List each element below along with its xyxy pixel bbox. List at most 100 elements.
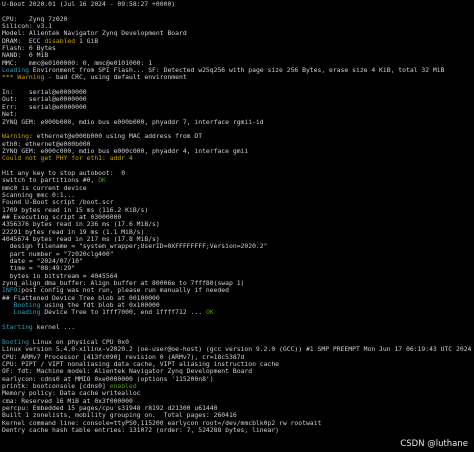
terminal-text: Hit any key to stop autoboot: 0	[2, 169, 126, 177]
terminal-line: OF: fdt: Machine model: Alientek Navigat…	[2, 368, 474, 375]
terminal-line: In: serial@e0000000	[2, 89, 474, 96]
terminal-line: ZYNQ GEM: e000b000, mdio bus e000b000, p…	[2, 119, 474, 126]
terminal-text: Err: serial@e0000000	[2, 103, 87, 111]
terminal-text: 4045674 bytes read in 217 ms (17.8 MiB/s…	[2, 236, 160, 243]
terminal-line: printk: bootconsole [cdns0] enabled	[2, 383, 474, 390]
terminal-line: Warning: ethernet@e000b000 using MAC add…	[2, 133, 474, 140]
terminal-line: *** Warning - bad CRC, using default env…	[2, 74, 474, 81]
terminal-line: eth0: ethernet@e000b000	[2, 141, 474, 148]
terminal-text: ZYNQ GEM: e000b000, mdio bus e000b000, p…	[2, 118, 264, 126]
terminal-line: MMC: mmc@e0100000: 0, mmc@e0101000: 1	[2, 60, 474, 67]
terminal-line: Model: Alientek Navigator Zynq Developme…	[2, 30, 474, 37]
terminal-text: Starting	[2, 324, 33, 332]
terminal-text: 1709 bytes read in 15 ms (116.2 KiB/s)	[2, 206, 149, 214]
terminal-line: Could not get PHY for eth1: addr 4	[2, 155, 474, 162]
terminal-line: Silicon: v3.1	[2, 23, 474, 30]
terminal-line: ## Flattened Device Tree blob at 0010000…	[2, 295, 474, 302]
terminal-text: eth0: ethernet@e000b000	[2, 140, 91, 148]
terminal-text: zynq_align_dma_buffer: Align buffer at 8…	[2, 280, 245, 288]
terminal-text: date = "2024/07/10"	[2, 258, 83, 266]
terminal-text: - bad CRC, using default environment	[44, 74, 187, 82]
terminal-line: Loading Device Tree to 1fff7000, end 1ff…	[2, 309, 474, 316]
terminal-line: Booting using the fdt blob at 0x100000	[2, 302, 474, 309]
terminal-line: Memory policy: Data cache writealloc	[2, 390, 474, 397]
terminal-text: 4356376 bytes read in 236 ms (17.6 MiB/s…	[2, 221, 160, 229]
terminal-line: 22291 bytes read in 19 ms (1.1 MiB/s)	[2, 229, 474, 236]
terminal-text: Linux on physical CPU 0x0	[28, 338, 129, 346]
terminal-text: bytes in bitstream = 4045564	[2, 272, 118, 280]
terminal-line: Linux version 5.4.0-xilinx-v2020.2 (oe-u…	[2, 346, 474, 353]
terminal-text: Scanning mmc 0:1...	[2, 191, 76, 199]
terminal-text: Loading	[2, 67, 29, 75]
terminal-line: ZYNQ GEM: e000c000, mdio bus e000c000, p…	[2, 148, 474, 155]
terminal-text: enabled	[109, 382, 137, 390]
terminal-text: design filename = "system_wrapper;UserID…	[2, 243, 268, 251]
terminal-line: cma: Reserved 16 MiB at 0x3f000000	[2, 398, 474, 405]
terminal-text: percpu: Embedded 15 pages/cpu s31948 r81…	[2, 404, 218, 412]
csdn-watermark: CSDN @luthane	[400, 439, 468, 449]
terminal-line: Starting kernel ...	[2, 324, 474, 331]
terminal-text: NAND: 0 MiB	[2, 52, 49, 60]
terminal-line: Kernel command line: console=ttyPS0,1152…	[2, 420, 474, 427]
terminal-text: : ethernet@e000b000 using MAC address fr…	[28, 133, 203, 141]
terminal-text: Environment from SPI Flash... SF: Detect…	[28, 67, 445, 75]
terminal-text: Flash: 0 Bytes	[2, 45, 56, 53]
terminal-text: ## Flattened Device Tree blob at 0010000…	[2, 294, 160, 302]
terminal-text: U-Boot 2020.01 (Jul 16 2024 - 09:58:27 +…	[2, 1, 176, 8]
terminal-line: part number = "7z020clg400"	[2, 251, 474, 258]
terminal-line: Hit any key to stop autoboot: 0	[2, 170, 474, 177]
terminal-text: Found U-Boot script /boot.scr	[2, 199, 114, 207]
terminal-text: Dentry cache hash table entries: 131072 …	[2, 426, 280, 434]
terminal-text: :post config was not run, please run man…	[17, 287, 230, 295]
terminal-text: time = "08:49:29"	[2, 265, 76, 273]
terminal-line: ## Executing script at 03000000	[2, 214, 474, 221]
terminal-text: OK	[98, 177, 106, 185]
terminal-text: Built 1 zonelists, mobility grouping on.…	[2, 412, 237, 420]
terminal-line: 4356376 bytes read in 236 ms (17.6 MiB/s…	[2, 221, 474, 228]
terminal-text: printk: bootconsole [cdns0]	[2, 382, 110, 390]
terminal-text: switch to partitions #0,	[2, 177, 99, 185]
terminal-text: ## Executing script at 03000000	[2, 213, 122, 221]
terminal-text: 22291 bytes read in 19 ms (1.1 MiB/s)	[2, 228, 145, 236]
terminal-text: MMC: mmc@e0100000: 0, mmc@e0101000: 1	[2, 59, 153, 67]
terminal-line: Found U-Boot script /boot.scr	[2, 199, 474, 206]
terminal-line: Dentry cache hash table entries: 131072 …	[2, 427, 474, 434]
terminal-text: Out: serial@e0000000	[2, 96, 87, 104]
terminal-line: switch to partitions #0, OK	[2, 177, 474, 184]
terminal-line: mmc0 is current device	[2, 185, 474, 192]
terminal-line: time = "08:49:29"	[2, 265, 474, 272]
terminal-text: Silicon: v3.1	[2, 23, 53, 31]
terminal-line: CPU: ARMv7 Processor [413fc090] revision…	[2, 354, 474, 361]
terminal-text: CPU: PIPT / VIPT nonaliasing data cache,…	[2, 360, 280, 368]
terminal-line: 4045674 bytes read in 217 ms (17.8 MiB/s…	[2, 236, 474, 243]
terminal-line: CPU: PIPT / VIPT nonaliasing data cache,…	[2, 361, 474, 368]
terminal-text: mmc0 is current device	[2, 184, 87, 192]
terminal-line: NAND: 0 MiB	[2, 52, 474, 59]
terminal-line: zynq_align_dma_buffer: Align buffer at 8…	[2, 280, 474, 287]
terminal-text: kernel ...	[32, 324, 76, 332]
terminal-line: DRAM: ECC disabled 1 GiB	[2, 38, 474, 45]
terminal-text: 1 GiB	[75, 37, 99, 45]
terminal-lines: U-Boot 2020.01 (Jul 16 2024 - 09:58:27 +…	[2, 1, 474, 434]
terminal-text: Loading	[2, 309, 41, 317]
terminal-line: design filename = "system_wrapper;UserID…	[2, 243, 474, 250]
terminal-text: OK	[205, 309, 214, 317]
terminal-output: U-Boot 2020.01 (Jul 16 2024 - 09:58:27 +…	[0, 0, 474, 452]
terminal-line: bytes in bitstream = 4045564	[2, 273, 474, 280]
terminal-text: Warning	[2, 133, 29, 141]
terminal-text: In: serial@e0000000	[2, 89, 87, 97]
terminal-text: CPU: Zynq 7z020	[2, 15, 68, 23]
terminal-line: CPU: Zynq 7z020	[2, 16, 474, 23]
terminal-line: Built 1 zonelists, mobility grouping on.…	[2, 412, 474, 419]
terminal-line: Out: serial@e0000000	[2, 96, 474, 103]
terminal-text: Booting	[2, 302, 41, 310]
terminal-text: cma: Reserved 16 MiB at 0x3f000000	[2, 397, 133, 405]
terminal-text: INFO	[2, 287, 18, 295]
terminal-text: part number = "7z020clg400"	[2, 250, 114, 258]
terminal-text: Booting	[2, 338, 29, 346]
terminal-text: Linux version 5.4.0-xilinx-v2020.2 (oe-u…	[2, 346, 472, 354]
